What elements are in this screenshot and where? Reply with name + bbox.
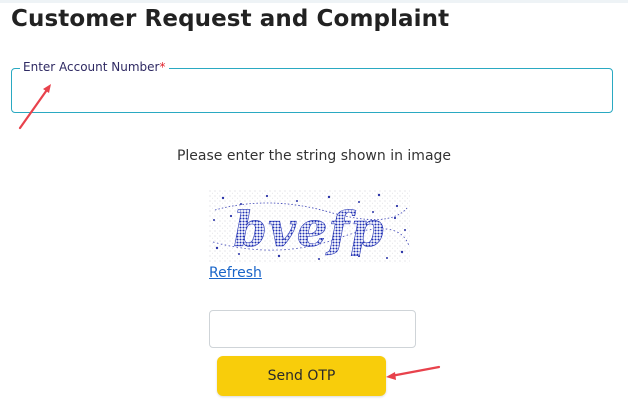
captcha-text: bvefp xyxy=(233,202,384,258)
request-complaint-page: Customer Request and Complaint Enter Acc… xyxy=(0,0,628,399)
send-otp-button[interactable]: Send OTP xyxy=(217,356,386,396)
top-divider xyxy=(0,0,628,3)
captcha-refresh-link[interactable]: Refresh xyxy=(209,265,262,281)
captcha-prompt: Please enter the string shown in image xyxy=(176,148,452,164)
captcha-input[interactable] xyxy=(209,310,416,348)
captcha-image: bvefp xyxy=(209,190,410,263)
account-number-field[interactable]: Enter Account Number* xyxy=(11,59,613,113)
page-title: Customer Request and Complaint xyxy=(11,6,450,32)
red-pointer-arrow-icon xyxy=(386,365,441,380)
red-pointer-arrow-icon xyxy=(18,84,51,130)
account-number-input[interactable] xyxy=(12,69,612,112)
